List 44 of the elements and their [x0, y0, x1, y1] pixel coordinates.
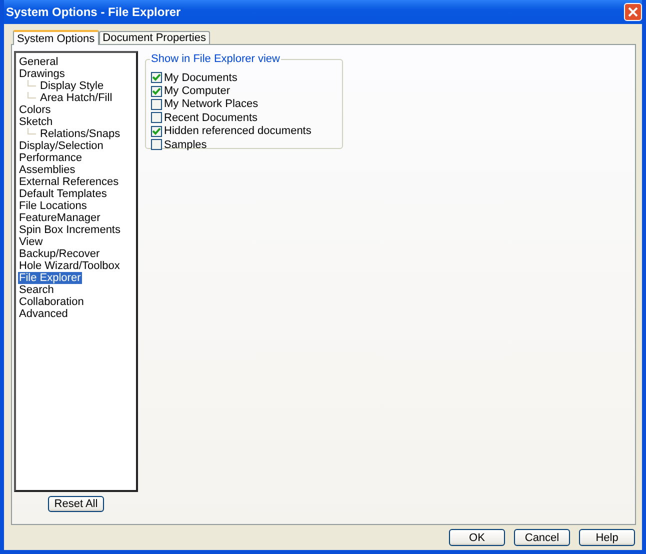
tree-item[interactable]: Display/Selection — [18, 140, 104, 152]
dialog-button[interactable]: OK — [449, 529, 505, 546]
checkbox-label: Hidden referenced documents — [164, 125, 312, 138]
tree-item[interactable]: View — [18, 236, 44, 248]
dialog-button[interactable]: Cancel — [514, 529, 570, 546]
reset-all-button[interactable]: Reset All — [48, 496, 104, 512]
checkbox[interactable] — [151, 126, 162, 137]
checkbox-label: My Computer — [164, 85, 230, 98]
close-button[interactable] — [624, 3, 642, 21]
group-title: Show in File Explorer view — [150, 53, 281, 65]
tree-item[interactable]: Backup/Recover — [18, 248, 101, 260]
tab[interactable]: Document Properties — [98, 31, 210, 44]
tree-item[interactable]: Advanced — [18, 308, 69, 320]
tree-item[interactable]: Assemblies — [18, 164, 76, 176]
checkbox-label: Recent Documents — [164, 112, 258, 124]
tree-item[interactable]: Collaboration — [18, 296, 85, 308]
tab[interactable]: System Options — [13, 30, 99, 45]
window-title: System Options - File Explorer — [6, 5, 181, 19]
checkbox[interactable] — [151, 139, 162, 150]
tree-item[interactable]: FeatureManager — [18, 212, 102, 224]
tree-item[interactable]: Search — [18, 284, 55, 296]
tree-item[interactable]: Hole Wizard/Toolbox — [18, 260, 121, 272]
tree-item[interactable]: Relations/Snaps — [39, 128, 122, 140]
tree-item[interactable]: General — [18, 56, 60, 68]
checkbox-label: My Network Places — [164, 98, 258, 110]
tree-item[interactable]: Area Hatch/Fill — [39, 92, 114, 104]
tree-item[interactable]: Performance — [18, 152, 83, 164]
checkbox[interactable] — [151, 98, 162, 110]
checkbox[interactable] — [151, 112, 162, 124]
tree-item[interactable]: Colors — [18, 104, 52, 116]
close-icon — [628, 7, 638, 17]
checkbox-label: My Documents — [164, 72, 238, 84]
checkbox-label: Samples — [164, 138, 207, 151]
tree-item[interactable]: Drawings — [18, 68, 66, 80]
checkbox[interactable] — [151, 72, 162, 84]
tree-item[interactable]: Sketch — [18, 116, 54, 128]
checkbox[interactable] — [151, 86, 162, 97]
tree-item[interactable]: Display Style — [39, 80, 105, 92]
tree-item[interactable]: File Locations — [18, 200, 88, 212]
dialog-button[interactable]: Help — [579, 529, 635, 546]
tree-item[interactable]: File Explorer — [18, 272, 82, 284]
tree-item[interactable]: External References — [18, 176, 120, 188]
tree-item[interactable]: Default Templates — [18, 188, 108, 200]
tree-item[interactable]: Spin Box Increments — [18, 224, 122, 236]
